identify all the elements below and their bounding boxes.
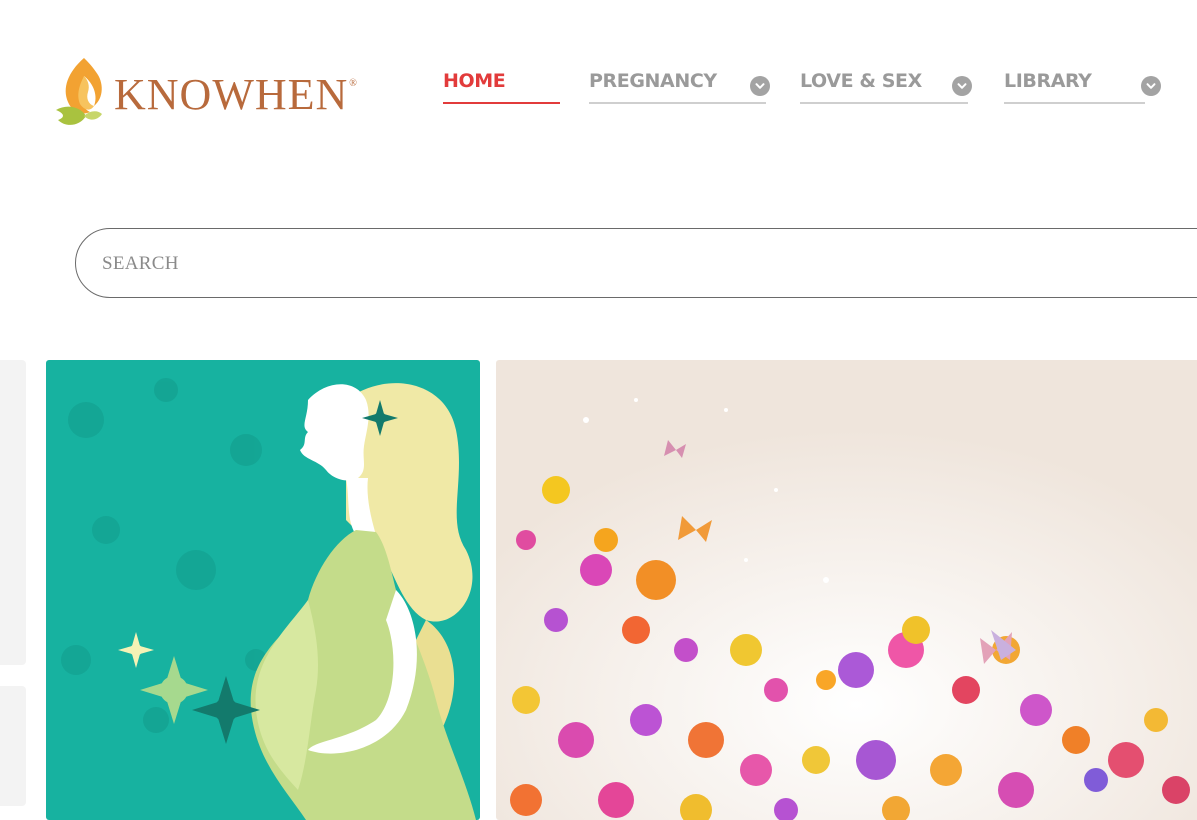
nav-item-library[interactable]: LIBRARY	[1004, 68, 1161, 104]
nav-item-label: HOME	[443, 70, 506, 92]
previous-card-edge[interactable]	[0, 360, 26, 665]
nav-item-home[interactable]: HOME	[443, 68, 560, 104]
previous-card-edge[interactable]	[0, 686, 26, 806]
nav-item-pregnancy[interactable]: PREGNANCY	[589, 68, 770, 104]
chevron-down-icon[interactable]	[750, 76, 770, 96]
chevron-down-icon[interactable]	[1141, 76, 1161, 96]
article-card-pregnancy[interactable]	[46, 360, 480, 820]
brand-name: KNOWHEN®	[114, 73, 358, 117]
nav-item-label: PREGNANCY	[589, 70, 717, 92]
flowers-butterflies-illustration	[496, 360, 1197, 820]
chevron-down-icon[interactable]	[952, 76, 972, 96]
pregnant-woman-illustration	[46, 360, 480, 820]
nav-item-label: LIBRARY	[1004, 70, 1092, 92]
nav-item-label: LOVE & SEX	[800, 70, 922, 92]
article-card-love[interactable]	[496, 360, 1197, 820]
search-input[interactable]	[100, 229, 1004, 299]
flame-face-logo-icon	[56, 58, 102, 125]
trademark-symbol: ®	[349, 78, 358, 89]
brand-name-text: KNOWHEN	[114, 70, 349, 119]
search-bar[interactable]	[75, 228, 1197, 299]
nav-item-love-and-sex[interactable]: LOVE & SEX	[800, 68, 972, 104]
knowhen-logo[interactable]: KNOWHEN®	[54, 54, 394, 134]
